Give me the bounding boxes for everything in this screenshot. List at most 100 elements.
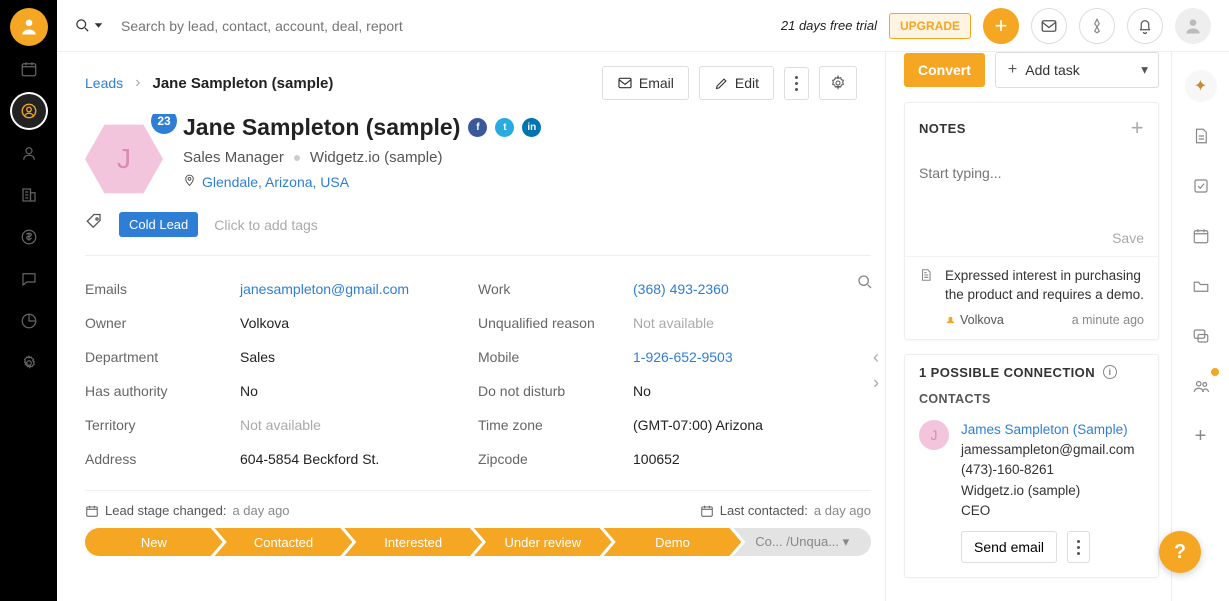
stage-new[interactable]: New <box>85 528 223 556</box>
convert-button[interactable]: Convert <box>904 53 985 87</box>
lead-company: Widgetz.io (sample) <box>310 149 443 166</box>
stage-inactive-group[interactable]: Co... /Unqua... ▾ <box>733 528 871 556</box>
help-fab[interactable]: ? <box>1159 531 1201 573</box>
tag-cold-lead[interactable]: Cold Lead <box>119 212 198 237</box>
plus-icon: + <box>1008 61 1017 79</box>
rail-task-icon[interactable] <box>1185 170 1217 202</box>
detail-value[interactable]: 1-926-652-9503 <box>633 349 733 365</box>
app-logo[interactable] <box>10 8 48 46</box>
add-task-button[interactable]: +Add task <box>995 52 1141 88</box>
stage-under-review[interactable]: Under review <box>474 528 612 556</box>
nav-leads-icon[interactable] <box>10 92 48 130</box>
nav-calendar-icon[interactable] <box>10 50 48 88</box>
detail-row: TerritoryNot available <box>85 408 478 442</box>
contact-more-button[interactable] <box>1067 531 1090 563</box>
edit-button-label: Edit <box>735 75 759 91</box>
note-save-button[interactable]: Save <box>905 230 1158 256</box>
stage-pipeline: NewContactedInterestedUnder reviewDemoCo… <box>85 528 871 556</box>
nav-conversations-icon[interactable] <box>10 260 48 298</box>
task-dropdown-button[interactable]: ▾ <box>1131 52 1159 88</box>
email-button[interactable]: Email <box>602 66 689 100</box>
detail-value[interactable]: (368) 493-2360 <box>633 281 729 297</box>
detail-row: Unqualified reasonNot available <box>478 306 871 340</box>
contact-company: Widgetz.io (sample) <box>961 481 1135 501</box>
tags-row: Cold Lead Click to add tags <box>85 212 871 237</box>
detail-value: No <box>633 383 651 399</box>
page-settings-button[interactable] <box>819 66 857 100</box>
user-avatar[interactable] <box>1175 8 1211 44</box>
contact-name[interactable]: James Sampleton (Sample) <box>961 420 1135 440</box>
rail-calendar-icon[interactable] <box>1185 220 1217 252</box>
connection-contact: J James Sampleton (Sample) jamessampleto… <box>905 410 1158 531</box>
detail-label: Has authority <box>85 383 240 399</box>
add-tags[interactable]: Click to add tags <box>214 217 318 233</box>
add-note-icon[interactable]: + <box>1131 115 1144 141</box>
lead-details: Emailsjanesampleton@gmail.comOwnerVolkov… <box>85 255 871 476</box>
note-doc-icon <box>919 267 935 305</box>
detail-value: (GMT-07:00) Arizona <box>633 417 763 433</box>
convert-row: Convert +Add task ▾ <box>904 52 1159 88</box>
edit-button[interactable]: Edit <box>699 66 774 100</box>
notification-dot-icon <box>1211 368 1219 376</box>
activities-icon[interactable] <box>1079 8 1115 44</box>
search-icon[interactable] <box>75 18 103 33</box>
note-input[interactable] <box>905 153 1158 225</box>
location-pin-icon <box>183 174 196 190</box>
details-next-icon[interactable]: › <box>867 372 885 393</box>
calendar-icon <box>700 504 714 518</box>
rail-doc-icon[interactable] <box>1185 120 1217 152</box>
breadcrumb-root[interactable]: Leads <box>85 75 123 91</box>
nav-reports-icon[interactable] <box>10 302 48 340</box>
stage-demo[interactable]: Demo <box>604 528 742 556</box>
connections-subhead: CONTACTS <box>905 388 1158 410</box>
rail-add-icon[interactable]: + <box>1185 420 1217 452</box>
lead-location-text: Glendale, Arizona, USA <box>202 174 349 190</box>
nav-contacts-icon[interactable] <box>10 134 48 172</box>
notifications-icon[interactable] <box>1127 8 1163 44</box>
details-search-icon[interactable] <box>857 274 873 295</box>
detail-label: Owner <box>85 315 240 331</box>
detail-value: Not available <box>633 315 714 331</box>
mail-icon[interactable] <box>1031 8 1067 44</box>
send-email-button[interactable]: Send email <box>961 531 1057 563</box>
upgrade-button[interactable]: UPGRADE <box>889 13 971 39</box>
details-prev-icon[interactable]: ‹ <box>867 347 885 368</box>
rail-chat-icon[interactable] <box>1185 320 1217 352</box>
quick-add-button[interactable]: + <box>983 8 1019 44</box>
dot-separator-icon <box>294 155 300 161</box>
trial-text: 21 days free trial <box>781 18 877 33</box>
facebook-icon[interactable]: f <box>468 118 487 137</box>
page-header: Leads › Jane Sampleton (sample) Email Ed… <box>57 52 885 114</box>
detail-label: Work <box>478 281 633 297</box>
detail-row: Has authorityNo <box>85 374 478 408</box>
more-actions-button[interactable] <box>784 67 809 100</box>
detail-row: Time zone(GMT-07:00) Arizona <box>478 408 871 442</box>
detail-label: Territory <box>85 417 240 433</box>
global-search-input[interactable] <box>121 18 781 34</box>
info-icon[interactable]: i <box>1103 365 1117 379</box>
nav-deals-icon[interactable] <box>10 218 48 256</box>
linkedin-icon[interactable]: in <box>522 118 541 137</box>
calendar-icon <box>85 504 99 518</box>
left-nav-rail <box>0 0 57 601</box>
rail-sparkle-icon[interactable]: ✦ <box>1185 70 1217 102</box>
notes-title: NOTES <box>919 121 966 136</box>
detail-label: Address <box>85 451 240 467</box>
breadcrumb-current: Jane Sampleton (sample) <box>152 75 333 92</box>
detail-row: Work(368) 493-2360 <box>478 272 871 306</box>
stage-interested[interactable]: Interested <box>344 528 482 556</box>
note-author[interactable]: Volkova <box>945 313 1004 327</box>
detail-value: 100652 <box>633 451 680 467</box>
detail-value[interactable]: janesampleton@gmail.com <box>240 281 409 297</box>
stage-contacted[interactable]: Contacted <box>215 528 353 556</box>
lead-score-badge[interactable]: 23 <box>151 114 177 134</box>
nav-settings-icon[interactable] <box>10 344 48 382</box>
rail-folder-icon[interactable] <box>1185 270 1217 302</box>
detail-row: DepartmentSales <box>85 340 478 374</box>
rail-people-icon[interactable] <box>1185 370 1217 402</box>
contact-avatar: J <box>919 420 949 450</box>
twitter-icon[interactable]: t <box>495 118 514 137</box>
nav-accounts-icon[interactable] <box>10 176 48 214</box>
detail-row: OwnerVolkova <box>85 306 478 340</box>
lead-location[interactable]: Glendale, Arizona, USA <box>183 174 871 190</box>
